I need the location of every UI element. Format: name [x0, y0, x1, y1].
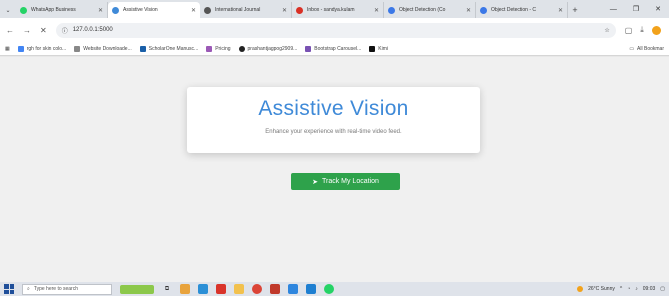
- task-view-icon[interactable]: ⧉: [162, 284, 172, 294]
- window-controls: — ❐ ✕: [610, 0, 669, 18]
- network-icon[interactable]: ◔: [627, 286, 630, 292]
- all-bookmarks[interactable]: ▭ All Bookmar: [629, 46, 664, 52]
- location-arrow-icon: ➤: [312, 178, 318, 186]
- windows-start-icon[interactable]: [4, 284, 14, 294]
- bookmark-item[interactable]: Kimi: [369, 45, 388, 52]
- windows-taskbar: ⌕ Type here to search ⧉ 26°C Sunny ^ ◔ ♪…: [0, 282, 669, 296]
- volume-icon[interactable]: ♪: [635, 286, 638, 292]
- close-tab-icon[interactable]: ✕: [282, 7, 287, 14]
- notification-icon[interactable]: ▢: [660, 286, 665, 292]
- github-icon: [238, 45, 245, 52]
- page-title: Assistive Vision: [258, 97, 409, 120]
- site-favicon-icon: [388, 6, 395, 14]
- close-tab-icon[interactable]: ✕: [191, 7, 196, 14]
- close-tab-icon[interactable]: ✕: [558, 7, 563, 14]
- tab-title: WhatsApp Business: [31, 7, 76, 13]
- bootstrap-icon: [305, 45, 312, 52]
- back-icon[interactable]: ←: [6, 26, 14, 35]
- gmail-icon: [296, 6, 303, 14]
- address-bar[interactable]: ⓘ 127.0.0.1:5000 ☆: [55, 22, 616, 38]
- profile-avatar[interactable]: [651, 25, 661, 35]
- track-location-button[interactable]: ➤ Track My Location: [291, 173, 400, 190]
- browser-toolbar: ← → ✕ ⓘ 127.0.0.1:5000 ☆ ▢ ⤓: [0, 18, 669, 42]
- close-tab-icon[interactable]: ✕: [466, 7, 471, 14]
- sun-icon: [577, 286, 584, 292]
- track-location-label: Track My Location: [321, 178, 379, 185]
- browser-tab-strip: ⌄ WhatsApp Business ✕ Assistive Vision ✕…: [0, 0, 669, 18]
- tab-whatsapp[interactable]: WhatsApp Business ✕: [16, 2, 108, 18]
- tab-international-journal[interactable]: International Journal ✕: [200, 2, 292, 18]
- kimi-icon: [369, 45, 376, 52]
- new-tab-button[interactable]: +: [568, 2, 582, 18]
- chrome-taskbar-icon[interactable]: [180, 284, 190, 294]
- site-favicon-icon: [112, 6, 119, 14]
- whatsapp-icon: [20, 6, 27, 14]
- url-text[interactable]: 127.0.0.1:5000: [73, 27, 113, 33]
- search-icon: ⌕: [27, 286, 30, 292]
- minimize-icon[interactable]: —: [610, 6, 617, 13]
- site-favicon-icon: [139, 45, 146, 52]
- tab-title: Object Detection - C: [491, 7, 537, 13]
- system-tray: 26°C Sunny ^ ◔ ♪ 09:03 ▢: [577, 286, 665, 292]
- tab-title: Assistive Vision: [123, 7, 158, 13]
- search-placeholder: Type here to search: [33, 286, 79, 292]
- tab-object-detection-2[interactable]: Object Detection - C ✕: [476, 2, 568, 18]
- page-subtitle: Enhance your experience with real-time v…: [265, 129, 402, 135]
- close-window-icon[interactable]: ✕: [655, 5, 661, 13]
- forward-icon[interactable]: →: [23, 26, 31, 35]
- tab-assistive-vision[interactable]: Assistive Vision ✕: [108, 2, 200, 18]
- tab-title: International Journal: [215, 7, 261, 13]
- taskbar-search-box[interactable]: ⌕ Type here to search: [22, 283, 112, 295]
- whatsapp-taskbar-icon[interactable]: [324, 284, 334, 294]
- search-highlight-image[interactable]: [120, 284, 154, 294]
- bookmark-item[interactable]: Bootstrap Carousel...: [305, 45, 361, 52]
- google-icon: [17, 45, 24, 52]
- bookmark-star-icon[interactable]: ☆: [604, 27, 609, 34]
- tray-chevron-icon[interactable]: ^: [620, 286, 622, 292]
- tab-title: Object Detection (Co: [399, 7, 446, 13]
- tab-search-chevron-icon[interactable]: ⌄: [0, 2, 16, 18]
- apps-grid-icon[interactable]: ▦: [5, 46, 10, 52]
- site-favicon-icon: [206, 45, 213, 52]
- vscode-icon[interactable]: [306, 284, 316, 294]
- app-taskbar-icon[interactable]: [270, 284, 280, 294]
- hero-card: Assistive Vision Enhance your experience…: [187, 87, 480, 153]
- close-tab-icon[interactable]: ✕: [98, 7, 103, 14]
- tab-object-detection-1[interactable]: Object Detection (Co ✕: [384, 2, 476, 18]
- tab-inbox[interactable]: Inbox - sandya.kulam ✕: [292, 2, 384, 18]
- app-taskbar-icon[interactable]: [216, 284, 226, 294]
- side-panel-icon[interactable]: ▢: [625, 26, 633, 35]
- site-info-icon[interactable]: ⓘ: [62, 26, 68, 35]
- page-viewport: Assistive Vision Enhance your experience…: [0, 57, 669, 282]
- folder-icon: ▭: [629, 45, 635, 52]
- chrome-icon[interactable]: [252, 284, 262, 294]
- bookmark-item[interactable]: prashantjagpog2909...: [238, 45, 297, 52]
- clock-time[interactable]: 09:03: [643, 286, 656, 292]
- file-explorer-icon[interactable]: [234, 284, 244, 294]
- download-icon[interactable]: ⤓: [640, 25, 644, 35]
- restore-icon[interactable]: ❐: [633, 5, 639, 13]
- app-taskbar-icon[interactable]: [288, 284, 298, 294]
- edge-taskbar-icon[interactable]: [198, 284, 208, 294]
- site-favicon-icon: [74, 45, 81, 52]
- stop-icon[interactable]: ✕: [40, 26, 47, 35]
- bookmark-item[interactable]: Website Downloade...: [74, 45, 132, 52]
- site-favicon-icon: [480, 6, 487, 14]
- bookmark-item[interactable]: rgh for skin colo...: [17, 45, 66, 52]
- bookmarks-bar: ▦ rgh for skin colo... Website Downloade…: [0, 42, 669, 56]
- tab-title: Inbox - sandya.kulam: [307, 7, 355, 13]
- bookmark-item[interactable]: ScholarOne Manusc...: [139, 45, 198, 52]
- close-tab-icon[interactable]: ✕: [374, 7, 379, 14]
- bookmark-item[interactable]: Pricing: [206, 45, 231, 52]
- weather-text[interactable]: 26°C Sunny: [588, 286, 615, 292]
- globe-icon: [204, 6, 211, 14]
